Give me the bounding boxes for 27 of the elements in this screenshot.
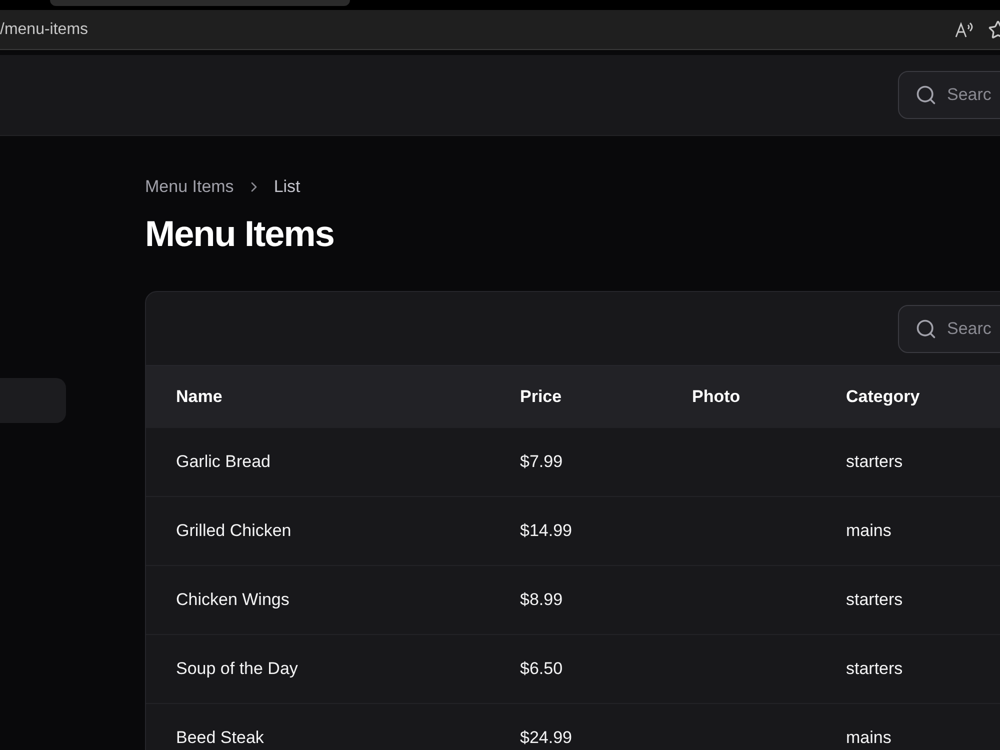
table-cell: $7.99: [520, 452, 563, 471]
page-title: Menu Items: [145, 212, 336, 256]
table-cell: mains: [846, 521, 892, 540]
column-header: Price: [520, 386, 563, 408]
table-cell: $14.99: [520, 521, 572, 540]
column-header: Name: [176, 386, 224, 408]
search-field[interactable]: Searc: [898, 71, 1000, 119]
table-cell: starters: [846, 659, 903, 678]
table-cell: mains: [846, 728, 892, 747]
table-cell: $24.99: [520, 728, 572, 747]
table-cell: $6.50: [520, 659, 563, 678]
table-cell: Garlic Bread: [176, 452, 270, 471]
table-cell: Chicken Wings: [176, 590, 290, 609]
table-cell: starters: [846, 590, 903, 609]
table-cell: Grilled Chicken: [176, 521, 292, 540]
search-icon: [915, 318, 937, 340]
table-cell: Soup of the Day: [176, 659, 298, 678]
read-aloud-icon[interactable]: [954, 20, 974, 38]
breadcrumb-link[interactable]: Menu Items: [145, 174, 234, 200]
table-cell: Beed Steak: [176, 728, 264, 747]
address-bar[interactable]: /menu-items: [0, 18, 88, 42]
column-header: Category: [846, 386, 921, 408]
table-cell: $8.99: [520, 590, 563, 609]
table-cell: starters: [846, 452, 903, 471]
table-search-field[interactable]: Searc: [898, 304, 1000, 352]
column-header: Photo: [692, 386, 742, 408]
search-icon: [915, 84, 937, 106]
